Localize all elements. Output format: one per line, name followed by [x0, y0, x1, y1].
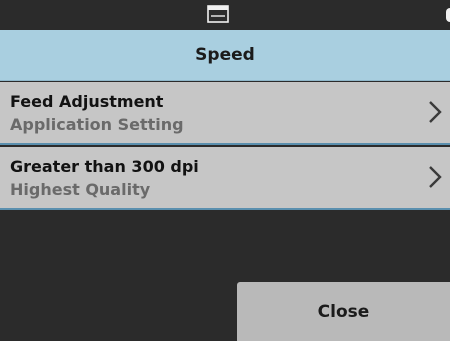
chevron-right-icon [428, 100, 442, 129]
status-bar [0, 0, 450, 30]
close-button[interactable]: Close [237, 282, 450, 341]
close-button-label: Close [317, 301, 370, 322]
status-indicator-icon [446, 8, 450, 22]
page-title: Speed [195, 45, 255, 65]
header: Speed [0, 30, 450, 81]
list-item-feed-adjustment[interactable]: Feed Adjustment Application Setting [0, 82, 450, 145]
list-item-greater-than-300-dpi[interactable]: Greater than 300 dpi Highest Quality [0, 147, 450, 210]
list-item-title: Greater than 300 dpi [10, 157, 199, 176]
scanner-icon [207, 5, 229, 28]
list-item-subtitle: Application Setting [10, 115, 184, 134]
chevron-right-icon [428, 165, 442, 194]
list-item-title: Feed Adjustment [10, 92, 164, 111]
list-item-subtitle: Highest Quality [10, 180, 151, 199]
